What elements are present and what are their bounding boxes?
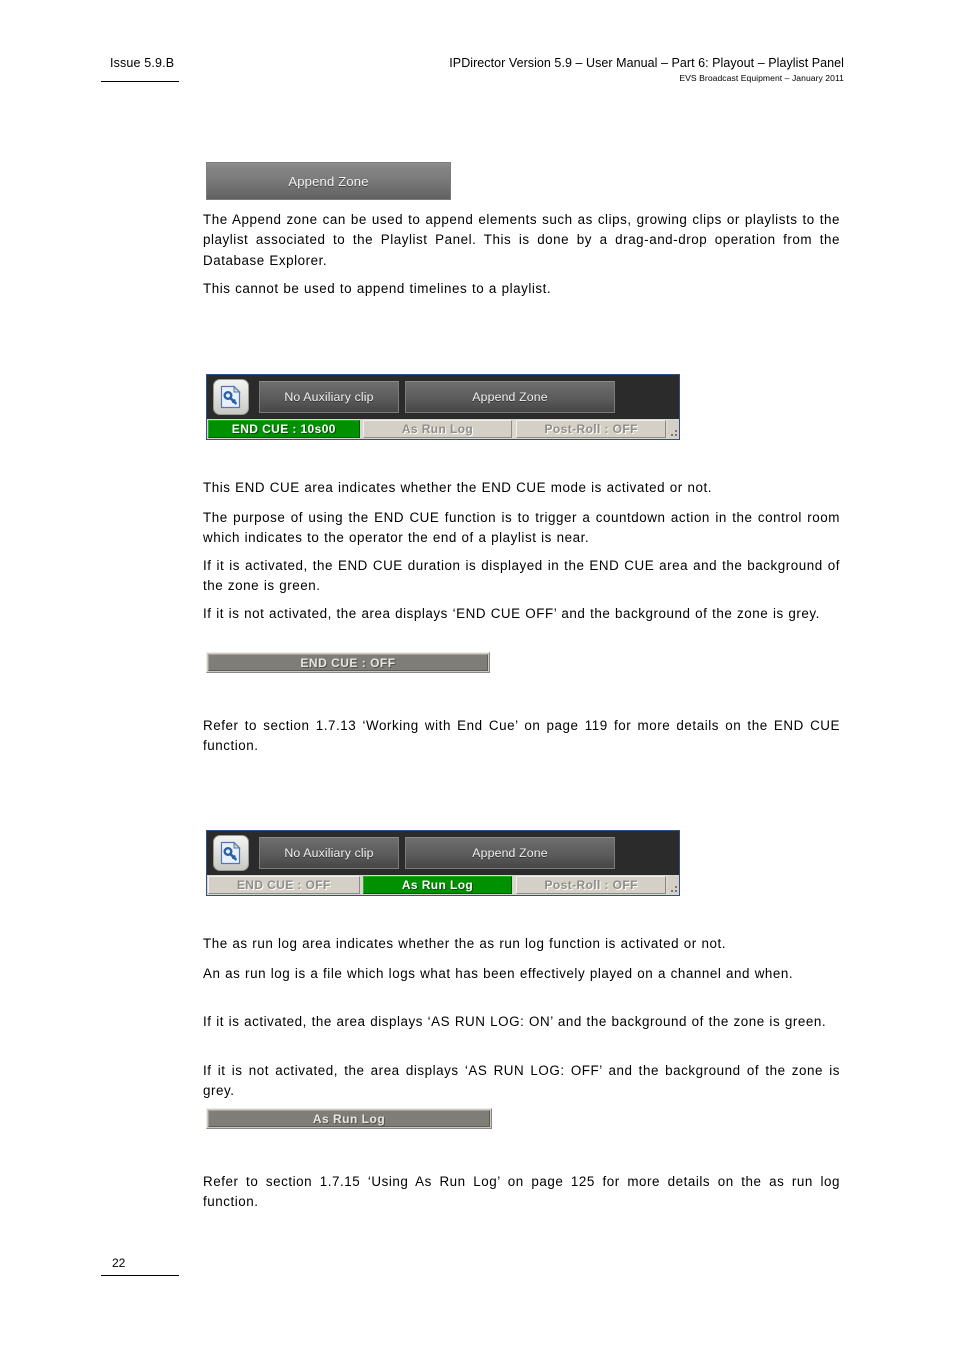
page-header: Issue 5.9.B IPDirector Version 5.9 – Use… (0, 0, 954, 100)
paragraph-arl-definition: An as run log is a file which logs what … (203, 966, 794, 981)
panel-status-bar: END CUE : OFF As Run Log Post-Roll : OFF (207, 875, 679, 895)
status-as-run-log[interactable]: As Run Log (362, 420, 513, 438)
append-zone-button[interactable]: Append Zone (405, 381, 615, 413)
panel-toolbar: No Auxiliary clip Append Zone (207, 831, 679, 875)
resize-grip-icon[interactable] (668, 876, 679, 894)
header-issue: Issue 5.9.B (110, 56, 175, 70)
status-as-run-log[interactable]: As Run Log (362, 876, 513, 894)
resize-grip-icon[interactable] (668, 420, 679, 438)
paragraph-arl-intro: The as run log area indicates whether th… (203, 936, 727, 951)
paragraph-arl-refer: Refer to section 1.7.15 ‘Using As Run Lo… (203, 1174, 840, 1210)
panel-toolbar: No Auxiliary clip Append Zone (207, 375, 679, 419)
no-auxiliary-clip-button[interactable]: No Auxiliary clip (259, 837, 399, 869)
paragraph-endcue-refer: Refer to section 1.7.13 ‘Working with En… (203, 718, 840, 754)
paragraph-append-note: This cannot be used to append timelines … (203, 281, 552, 296)
as-run-log-off-bar-label: As Run Log (208, 1110, 490, 1127)
footer-rule (101, 1275, 179, 1276)
append-zone-button[interactable]: Append Zone (405, 837, 615, 869)
key-document-icon[interactable] (213, 379, 249, 415)
page-number: 22 (112, 1256, 126, 1270)
end-cue-off-bar-label: END CUE : OFF (208, 654, 488, 671)
paragraph-endcue-active: If it is activated, the END CUE duration… (203, 558, 840, 594)
header-subtitle: EVS Broadcast Equipment – January 2011 (679, 73, 844, 83)
status-post-roll[interactable]: Post-Roll : OFF (516, 876, 666, 894)
paragraph-endcue-inactive: If it is not activated, the area display… (203, 606, 820, 621)
playlist-panel-asrunlog[interactable]: No Auxiliary clip Append Zone END CUE : … (206, 830, 680, 896)
header-title: IPDirector Version 5.9 – User Manual – P… (449, 56, 844, 70)
no-auxiliary-clip-button[interactable]: No Auxiliary clip (259, 381, 399, 413)
paragraph-append-description: The Append zone can be used to append el… (203, 212, 840, 268)
as-run-log-off-bar[interactable]: As Run Log (206, 1108, 492, 1129)
paragraph-endcue-purpose: The purpose of using the END CUE functio… (203, 510, 840, 546)
key-document-icon[interactable] (213, 835, 249, 871)
append-zone-banner-label: Append Zone (288, 173, 369, 189)
append-zone-banner[interactable]: Append Zone (206, 162, 451, 200)
header-rule (101, 81, 179, 82)
key-document-glyph (220, 841, 241, 865)
status-post-roll[interactable]: Post-Roll : OFF (516, 420, 666, 438)
paragraph-arl-active: If it is activated, the area displays ‘A… (203, 1014, 827, 1029)
end-cue-off-bar[interactable]: END CUE : OFF (206, 652, 490, 673)
status-end-cue[interactable]: END CUE : OFF (208, 876, 360, 894)
panel-status-bar: END CUE : 10s00 As Run Log Post-Roll : O… (207, 419, 679, 439)
playlist-panel-endcue[interactable]: No Auxiliary clip Append Zone END CUE : … (206, 374, 680, 440)
status-end-cue[interactable]: END CUE : 10s00 (208, 420, 360, 438)
paragraph-endcue-intro: This END CUE area indicates whether the … (203, 480, 713, 495)
key-document-glyph (220, 385, 241, 409)
paragraph-arl-inactive: If it is not activated, the area display… (203, 1063, 840, 1099)
